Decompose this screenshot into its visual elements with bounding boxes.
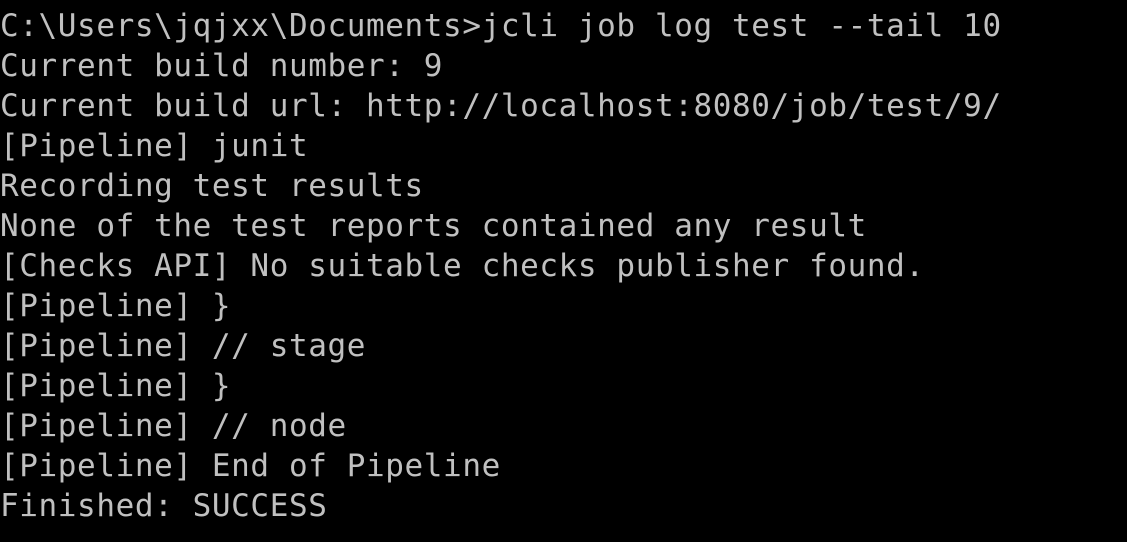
- output-line: [Pipeline] End of Pipeline: [0, 448, 501, 484]
- output-line: [Pipeline] }: [0, 288, 232, 324]
- command-prompt-line: C:\Users\jqjxx\Documents>jcli job log te…: [0, 8, 1002, 44]
- build-status-line: Finished: SUCCESS: [0, 488, 328, 524]
- output-line: [Pipeline] // node: [0, 408, 347, 444]
- output-line: Current build number: 9: [0, 48, 444, 84]
- terminal-window[interactable]: C:\Users\jqjxx\Documents>jcli job log te…: [0, 0, 1127, 542]
- output-line: [Pipeline] }: [0, 368, 232, 404]
- output-line: [Pipeline] junit: [0, 128, 309, 164]
- output-line: Recording test results: [0, 168, 424, 204]
- output-line: Current build url: http://localhost:8080…: [0, 88, 1002, 124]
- output-line: None of the test reports contained any r…: [0, 208, 867, 244]
- output-line: [Checks API] No suitable checks publishe…: [0, 248, 925, 284]
- output-line: [Pipeline] // stage: [0, 328, 367, 364]
